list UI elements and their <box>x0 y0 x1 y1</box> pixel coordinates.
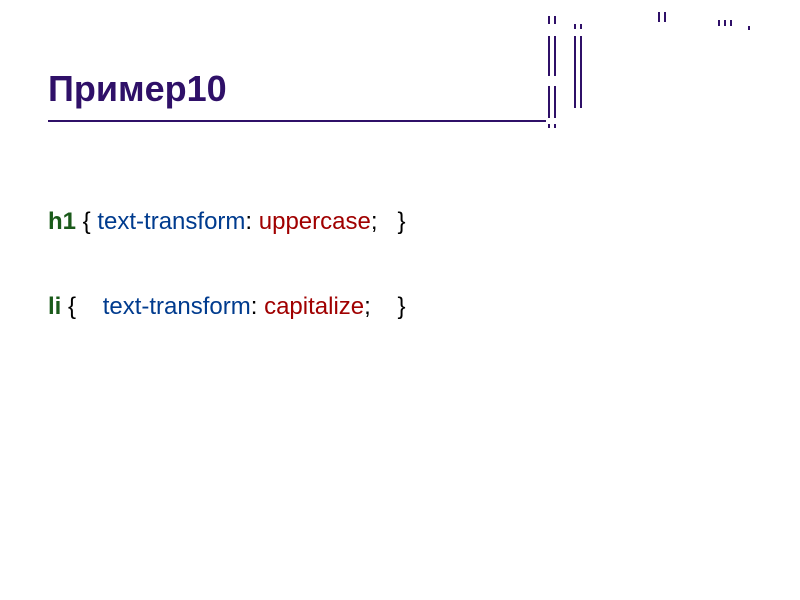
semicolon: ; <box>371 208 398 235</box>
css-value: uppercase <box>259 208 371 235</box>
css-property: text-transform <box>103 293 251 320</box>
slide-title: Пример10 <box>48 68 227 110</box>
css-property: text-transform <box>97 208 245 235</box>
brace-open: { <box>61 293 102 320</box>
semicolon: ; <box>364 293 397 320</box>
code-line-1: h1 { text-transform: uppercase; } <box>48 210 406 234</box>
css-selector: li <box>48 293 61 320</box>
brace-close: } <box>398 208 406 235</box>
brace-close: } <box>397 293 405 320</box>
colon: : <box>251 293 264 320</box>
colon: : <box>245 208 258 235</box>
code-line-2: li { text-transform: capitalize; } <box>48 295 406 319</box>
css-selector: h1 <box>48 208 76 235</box>
brace-open: { <box>76 208 97 235</box>
title-underline <box>48 120 546 122</box>
css-value: capitalize <box>264 293 364 320</box>
slide-decoration <box>548 10 758 128</box>
